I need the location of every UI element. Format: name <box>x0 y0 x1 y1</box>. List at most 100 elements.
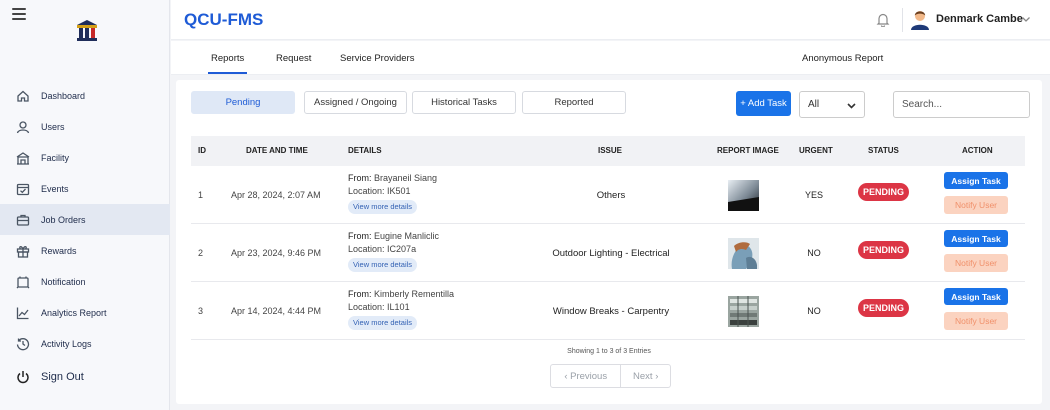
row-details: From: Brayaneil Siang Location: IK501 Vi… <box>348 172 437 214</box>
row-date: Apr 28, 2024, 2:07 AM <box>231 190 321 200</box>
row-urgent: NO <box>807 248 821 258</box>
row-from: Kimberly Rementilla <box>374 289 455 299</box>
tab-request[interactable]: Request <box>276 53 311 64</box>
top-header: QCU-FMS Denmark Cambe <box>171 0 1050 40</box>
row-issue: Others <box>596 190 626 201</box>
assign-task-button[interactable]: Assign Task <box>944 230 1008 247</box>
briefcase-icon <box>16 213 30 227</box>
job-orders-table: ID DATE AND TIME DETAILS ISSUE REPORT IM… <box>191 136 1025 340</box>
header-action: ACTION <box>962 146 993 155</box>
power-icon <box>16 370 30 384</box>
tab-service-providers[interactable]: Service Providers <box>340 53 414 64</box>
location-label: Location: <box>348 302 385 312</box>
row-location: IC207a <box>387 244 417 254</box>
assign-task-button[interactable]: Assign Task <box>944 172 1008 189</box>
next-page-button[interactable]: Next › <box>621 365 670 387</box>
previous-page-button[interactable]: ‹ Previous <box>551 365 622 387</box>
sidebar-item-notification[interactable]: Notification <box>0 266 170 297</box>
row-details: From: Eugine Manliclic Location: IC207a … <box>348 230 439 272</box>
from-label: From: <box>348 289 372 299</box>
sidebar-item-label: Rewards <box>41 245 77 256</box>
building-icon <box>16 151 30 165</box>
sidebar-item-label: Users <box>41 121 65 132</box>
sidebar-item-facility[interactable]: Facility <box>0 142 170 173</box>
row-from: Eugine Manliclic <box>374 231 440 241</box>
row-id: 1 <box>198 190 204 200</box>
table-row: 1 Apr 28, 2024, 2:07 AM From: Brayaneil … <box>191 166 1025 224</box>
report-image-thumbnail[interactable] <box>728 180 759 211</box>
app-logo-icon <box>74 19 100 43</box>
view-more-details-button[interactable]: View more details <box>348 200 418 214</box>
header-date: DATE AND TIME <box>246 146 308 155</box>
chart-line-icon <box>16 306 30 320</box>
notify-user-button[interactable]: Notify User <box>944 196 1008 214</box>
row-date: Apr 14, 2024, 4:44 PM <box>231 306 322 316</box>
filter-historical-button[interactable]: Historical Tasks <box>412 91 516 114</box>
report-image-thumbnail[interactable] <box>728 238 759 269</box>
home-icon <box>16 89 30 103</box>
sidebar-item-analytics[interactable]: Analytics Report <box>0 297 170 328</box>
user-name[interactable]: Denmark Cambe <box>936 13 1023 25</box>
sidebar-item-label: Job Orders <box>41 214 86 225</box>
sidebar-item-label: Activity Logs <box>41 338 92 349</box>
sidebar-item-label: Dashboard <box>41 90 86 101</box>
header-issue: ISSUE <box>598 146 623 155</box>
header-id: ID <box>198 146 206 155</box>
row-date: Apr 23, 2024, 9:46 PM <box>231 248 322 258</box>
add-task-button[interactable]: + Add Task <box>736 91 791 116</box>
row-from: Brayaneil Siang <box>374 173 438 183</box>
status-badge: PENDING <box>858 241 909 259</box>
header-details: DETAILS <box>348 146 382 155</box>
gift-icon <box>16 244 30 258</box>
row-urgent: NO <box>807 306 821 316</box>
report-image-thumbnail[interactable] <box>728 296 759 327</box>
row-location: IK501 <box>387 186 411 196</box>
status-select[interactable]: All <box>799 91 865 118</box>
notification-icon <box>16 275 30 289</box>
row-issue: Outdoor Lighting - Electrical <box>552 248 670 259</box>
sidebar-item-users[interactable]: Users <box>0 111 170 142</box>
hamburger-menu-icon[interactable] <box>12 8 26 20</box>
location-label: Location: <box>348 186 385 196</box>
bell-icon[interactable] <box>876 12 890 28</box>
view-more-details-button[interactable]: View more details <box>348 316 418 330</box>
sidebar: Dashboard Users Facility Events Job Orde… <box>0 0 170 410</box>
search-input[interactable] <box>893 91 1030 118</box>
row-issue: Window Breaks - Carpentry <box>552 306 670 317</box>
tab-anonymous-report[interactable]: Anonymous Report <box>802 53 883 64</box>
avatar[interactable] <box>910 8 930 30</box>
chevron-down-icon[interactable] <box>1021 14 1031 24</box>
row-details: From: Kimberly Rementilla Location: IL10… <box>348 288 454 330</box>
filter-assigned-button[interactable]: Assigned / Ongoing <box>304 91 407 114</box>
tab-reports[interactable]: Reports <box>207 53 248 74</box>
sidebar-item-activity-logs[interactable]: Activity Logs <box>0 328 170 359</box>
sidebar-item-events[interactable]: Events <box>0 173 170 204</box>
sidebar-item-label: Facility <box>41 152 70 163</box>
notify-user-button[interactable]: Notify User <box>944 312 1008 330</box>
entries-summary: Showing 1 to 3 of 3 Entries <box>567 348 651 355</box>
view-more-details-button[interactable]: View more details <box>348 258 418 272</box>
sidebar-item-dashboard[interactable]: Dashboard <box>0 80 170 111</box>
table-row: 3 Apr 14, 2024, 4:44 PM From: Kimberly R… <box>191 282 1025 340</box>
sign-out-label: Sign Out <box>41 371 84 383</box>
job-orders-panel: Pending Assigned / Ongoing Historical Ta… <box>176 80 1042 404</box>
calendar-check-icon <box>16 182 30 196</box>
status-select-value: All <box>808 99 820 110</box>
filter-reported-button[interactable]: Reported <box>522 91 626 114</box>
pagination: ‹ Previous Next › <box>550 364 671 388</box>
history-icon <box>16 337 30 351</box>
filter-pending-button[interactable]: Pending <box>191 91 295 114</box>
sign-out-button[interactable]: Sign Out <box>0 363 170 391</box>
header-status: STATUS <box>868 146 899 155</box>
notify-user-button[interactable]: Notify User <box>944 254 1008 272</box>
sidebar-item-rewards[interactable]: Rewards <box>0 235 170 266</box>
sidebar-item-label: Notification <box>41 276 86 287</box>
app-title: QCU-FMS <box>184 10 264 29</box>
assign-task-button[interactable]: Assign Task <box>944 288 1008 305</box>
table-header: ID DATE AND TIME DETAILS ISSUE REPORT IM… <box>191 136 1025 166</box>
row-id: 3 <box>198 306 204 316</box>
from-label: From: <box>348 173 372 183</box>
report-tabs: Reports Request Service Providers Anonym… <box>171 41 1050 75</box>
sidebar-item-job-orders[interactable]: Job Orders <box>0 204 170 235</box>
table-row: 2 Apr 23, 2024, 9:46 PM From: Eugine Man… <box>191 224 1025 282</box>
